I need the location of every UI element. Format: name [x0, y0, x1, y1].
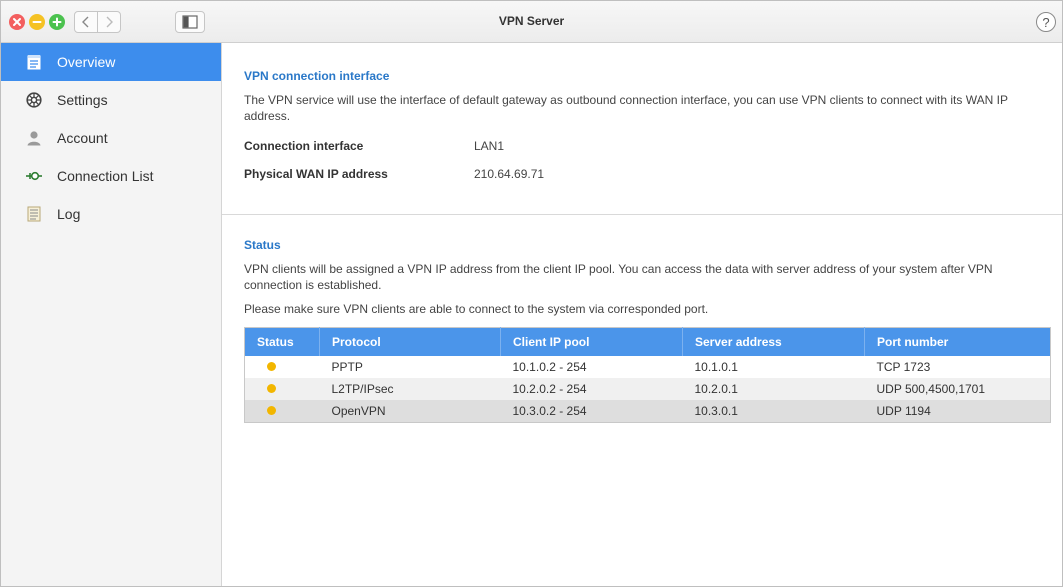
column-header-client-ip-pool[interactable]: Client IP pool [500, 327, 683, 356]
interface-section-title: VPN connection interface [244, 69, 390, 83]
user-icon [25, 129, 43, 147]
protocol-cell: OpenVPN [319, 400, 501, 423]
sidebar-item-settings[interactable]: Settings [1, 81, 221, 119]
column-header-protocol[interactable]: Protocol [319, 327, 501, 356]
table-header-row: Status Protocol Client IP pool Server ad… [244, 327, 1051, 356]
client-ip-pool-cell: 10.1.0.2 - 254 [512, 360, 587, 374]
status-note: Please make sure VPN clients are able to… [244, 302, 709, 316]
status-description: VPN clients will be assigned a VPN IP ad… [244, 262, 993, 292]
section-divider [222, 214, 1062, 215]
sidebar-item-label: Settings [57, 92, 108, 108]
overview-icon [25, 53, 43, 71]
gear-icon [25, 91, 43, 109]
status-dot-icon [267, 362, 276, 371]
app-window: VPN Server ? Overview Settings Account C… [0, 0, 1063, 587]
wan-ip-value: 210.64.69.71 [474, 167, 545, 181]
port-number-cell: UDP 500,4500,1701 [864, 378, 1051, 400]
client-ip-pool-cell: 10.2.0.2 - 254 [500, 378, 683, 400]
sidebar-item-overview[interactable]: Overview [1, 43, 221, 81]
status-cell [245, 356, 320, 378]
sidebar-item-label: Connection List [57, 168, 154, 184]
help-button[interactable]: ? [1036, 12, 1056, 32]
protocol-cell: L2TP/IPsec [319, 378, 501, 400]
help-icon: ? [1042, 14, 1050, 30]
column-header-port-number[interactable]: Port number [864, 327, 1051, 356]
server-address-cell: 10.1.0.1 [694, 360, 738, 374]
sidebar: Overview Settings Account Connection Lis… [1, 43, 222, 586]
status-dot-icon [267, 406, 276, 415]
sidebar-item-label: Overview [57, 54, 116, 70]
connection-icon [25, 167, 43, 185]
sidebar-item-account[interactable]: Account [1, 119, 221, 157]
sidebar-item-connection-list[interactable]: Connection List [1, 157, 221, 195]
main-content: VPN connection interface The VPN service… [222, 43, 1062, 586]
status-cell [244, 400, 320, 423]
status-section-title: Status [244, 238, 281, 252]
sidebar-item-log[interactable]: Log [1, 195, 221, 233]
server-address-cell: 10.2.0.1 [682, 378, 865, 400]
client-ip-pool-cell: 10.3.0.2 - 254 [500, 400, 683, 423]
connection-interface-row: Connection interface LAN1 [244, 132, 1040, 160]
status-section: Status VPN clients will be assigned a VP… [222, 238, 1062, 423]
sidebar-item-label: Account [57, 130, 108, 146]
vpn-protocol-table: Status Protocol Client IP pool Server ad… [244, 327, 1051, 423]
interface-description: The VPN service will use the interface o… [244, 93, 1008, 123]
port-number-cell: UDP 1194 [864, 400, 1051, 423]
status-cell [244, 378, 320, 400]
field-label: Physical WAN IP address [244, 167, 388, 181]
server-address-cell: 10.3.0.1 [682, 400, 865, 423]
column-header-server-address[interactable]: Server address [682, 327, 865, 356]
field-label: Connection interface [244, 139, 364, 153]
table-row[interactable]: OpenVPN 10.3.0.2 - 254 10.3.0.1 UDP 1194 [244, 400, 1051, 423]
wan-ip-row: Physical WAN IP address 210.64.69.71 [244, 160, 1040, 188]
port-number-cell: TCP 1723 [876, 360, 931, 374]
title-bar: VPN Server ? [1, 1, 1062, 43]
column-header-status[interactable]: Status [244, 327, 320, 356]
interface-section: VPN connection interface The VPN service… [222, 69, 1062, 188]
connection-interface-value: LAN1 [474, 139, 505, 153]
sidebar-item-label: Log [57, 206, 81, 222]
table-row[interactable]: L2TP/IPsec 10.2.0.2 - 254 10.2.0.1 UDP 5… [244, 378, 1051, 400]
protocol-cell: PPTP [331, 360, 363, 374]
window-title: VPN Server [498, 14, 565, 28]
table-row[interactable]: PPTP 10.1.0.2 - 254 10.1.0.1 TCP 1723 [245, 356, 1051, 378]
log-icon [25, 205, 43, 223]
status-dot-icon [267, 384, 276, 393]
